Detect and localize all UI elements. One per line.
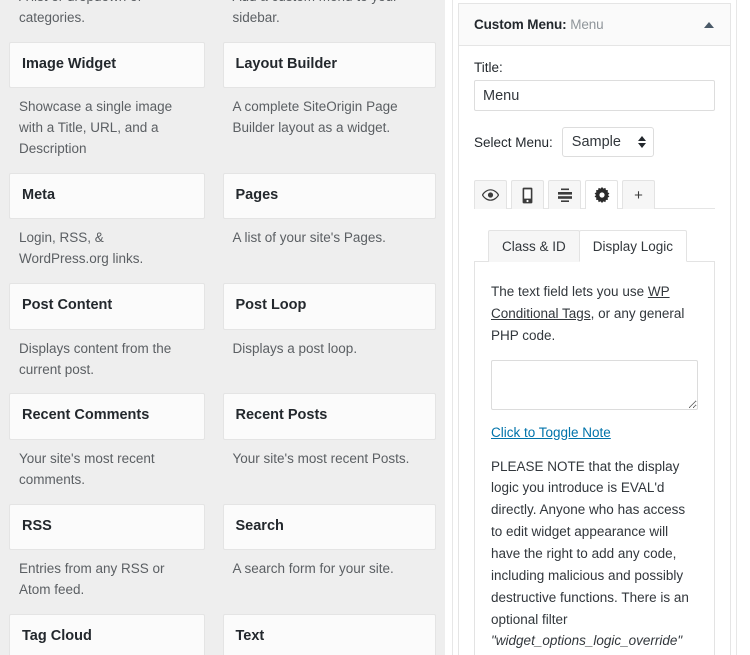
display-logic-panel: The text field lets you use WP Condition… (474, 261, 715, 655)
display-logic-help-text: The text field lets you use WP Condition… (491, 281, 698, 347)
note-filter-name: "widget_options_logic_override" (491, 633, 682, 648)
widget-card[interactable]: Post Loop (223, 283, 437, 329)
caret-up-icon[interactable] (704, 22, 714, 28)
select-menu-dropdown[interactable]: Sample (562, 127, 654, 157)
widget-cell: Recent CommentsYour site's most recent c… (9, 393, 223, 493)
tab-visibility[interactable] (474, 180, 507, 209)
widget-card[interactable]: Search (223, 504, 437, 550)
right-edge-divider (736, 0, 737, 655)
widget-grid: A list or dropdown of categories. Add a c… (9, 0, 436, 655)
widget-card[interactable]: Recent Posts (223, 393, 437, 439)
widget-description: Your site's most recent comments. (9, 440, 205, 494)
widget-card[interactable]: RSS (9, 504, 205, 550)
widgets-screen: A list or dropdown of categories. Add a c… (0, 0, 750, 655)
widget-cell: Image WidgetShowcase a single image with… (9, 42, 223, 163)
widget-cell: TextArbitrary text or HTML. (223, 614, 437, 655)
widget-form-header[interactable]: Custom Menu: Menu (459, 4, 730, 46)
display-logic-note: PLEASE NOTE that the display logic you i… (491, 456, 698, 655)
plus-icon: + (634, 188, 643, 203)
tab-settings[interactable] (585, 180, 618, 209)
widget-card[interactable]: Pages (223, 173, 437, 219)
toggle-note-link[interactable]: Click to Toggle Note (491, 425, 611, 440)
select-menu-label: Select Menu: (474, 135, 553, 150)
tab-display-logic[interactable]: Display Logic (579, 230, 687, 262)
title-field-label: Title: (474, 60, 715, 75)
widget-settings-pane: Custom Menu: Menu Title: Select Menu: Sa… (453, 0, 736, 655)
select-menu-field: Select Menu: Sample (474, 127, 715, 157)
eye-icon (482, 189, 499, 201)
widget-card[interactable]: Meta (9, 173, 205, 219)
widget-cell: RSSEntries from any RSS or Atom feed. (9, 504, 223, 604)
select-menu-wrapper[interactable]: Sample (562, 127, 654, 157)
widget-description: A search form for your site. (223, 550, 437, 583)
widget-instance-label: Menu (570, 17, 603, 32)
widget-card[interactable]: Text (223, 614, 437, 655)
widget-cell: MetaLogin, RSS, & WordPress.org links. (9, 173, 223, 273)
widget-cell: SearchA search form for your site. (223, 504, 437, 604)
widget-options-icon-tabs: + (474, 179, 715, 209)
widget-type-label: Custom Menu: (474, 17, 567, 32)
widget-description: Your site's most recent Posts. (223, 440, 437, 473)
note-part-1: PLEASE NOTE that the display logic you i… (491, 459, 689, 627)
widget-description: A complete SiteOrigin Page Builder layou… (223, 88, 437, 142)
widget-cell: Recent PostsYour site's most recent Post… (223, 393, 437, 493)
widget-description: Displays content from the current post. (9, 330, 205, 384)
widget-form-panel: Custom Menu: Menu Title: Select Menu: Sa… (458, 3, 731, 655)
widget-description: A list or dropdown of categories. (9, 0, 205, 32)
widget-card[interactable]: Layout Builder (223, 42, 437, 88)
widget-description: Displays a post loop. (223, 330, 437, 363)
available-widgets-pane[interactable]: A list or dropdown of categories. Add a c… (0, 0, 445, 655)
widget-card[interactable]: Image Widget (9, 42, 205, 88)
widget-options-text-tabs: Class & ID Display Logic (474, 229, 715, 261)
widget-cell: A list or dropdown of categories. (9, 0, 223, 32)
widget-form-body: Title: Select Menu: Sample (459, 46, 730, 655)
widget-cell: Post ContentDisplays content from the cu… (9, 283, 223, 383)
widget-cell: Layout BuilderA complete SiteOrigin Page… (223, 42, 437, 163)
widget-description: A list of your site's Pages. (223, 219, 437, 252)
tab-mobile-visibility[interactable] (511, 180, 544, 209)
widget-cell: Add a custom menu to your sidebar. (223, 0, 437, 32)
gear-icon (594, 187, 610, 203)
mobile-device-icon (522, 187, 533, 204)
help-prefix: The text field lets you use (491, 284, 648, 299)
tab-class-and-id[interactable]: Class & ID (488, 230, 580, 262)
widget-card[interactable]: Tag Cloud (9, 614, 205, 655)
widget-cell: Post LoopDisplays a post loop. (223, 283, 437, 383)
widget-description: Showcase a single image with a Title, UR… (9, 88, 205, 163)
widget-description: Entries from any RSS or Atom feed. (9, 550, 205, 604)
widget-cell: Tag CloudA cloud of your most used tags. (9, 614, 223, 655)
tab-alignment[interactable] (548, 180, 581, 209)
title-input[interactable] (474, 80, 715, 111)
widget-description: Login, RSS, & WordPress.org links. (9, 219, 205, 273)
display-logic-textarea[interactable] (491, 360, 698, 410)
widget-cell: PagesA list of your site's Pages. (223, 173, 437, 273)
widget-card[interactable]: Recent Comments (9, 393, 205, 439)
widget-description: Add a custom menu to your sidebar. (223, 0, 437, 32)
widget-form-title: Custom Menu: Menu (474, 17, 604, 32)
align-lines-icon (557, 188, 573, 202)
tab-add-option[interactable]: + (622, 180, 655, 209)
widget-card[interactable]: Post Content (9, 283, 205, 329)
